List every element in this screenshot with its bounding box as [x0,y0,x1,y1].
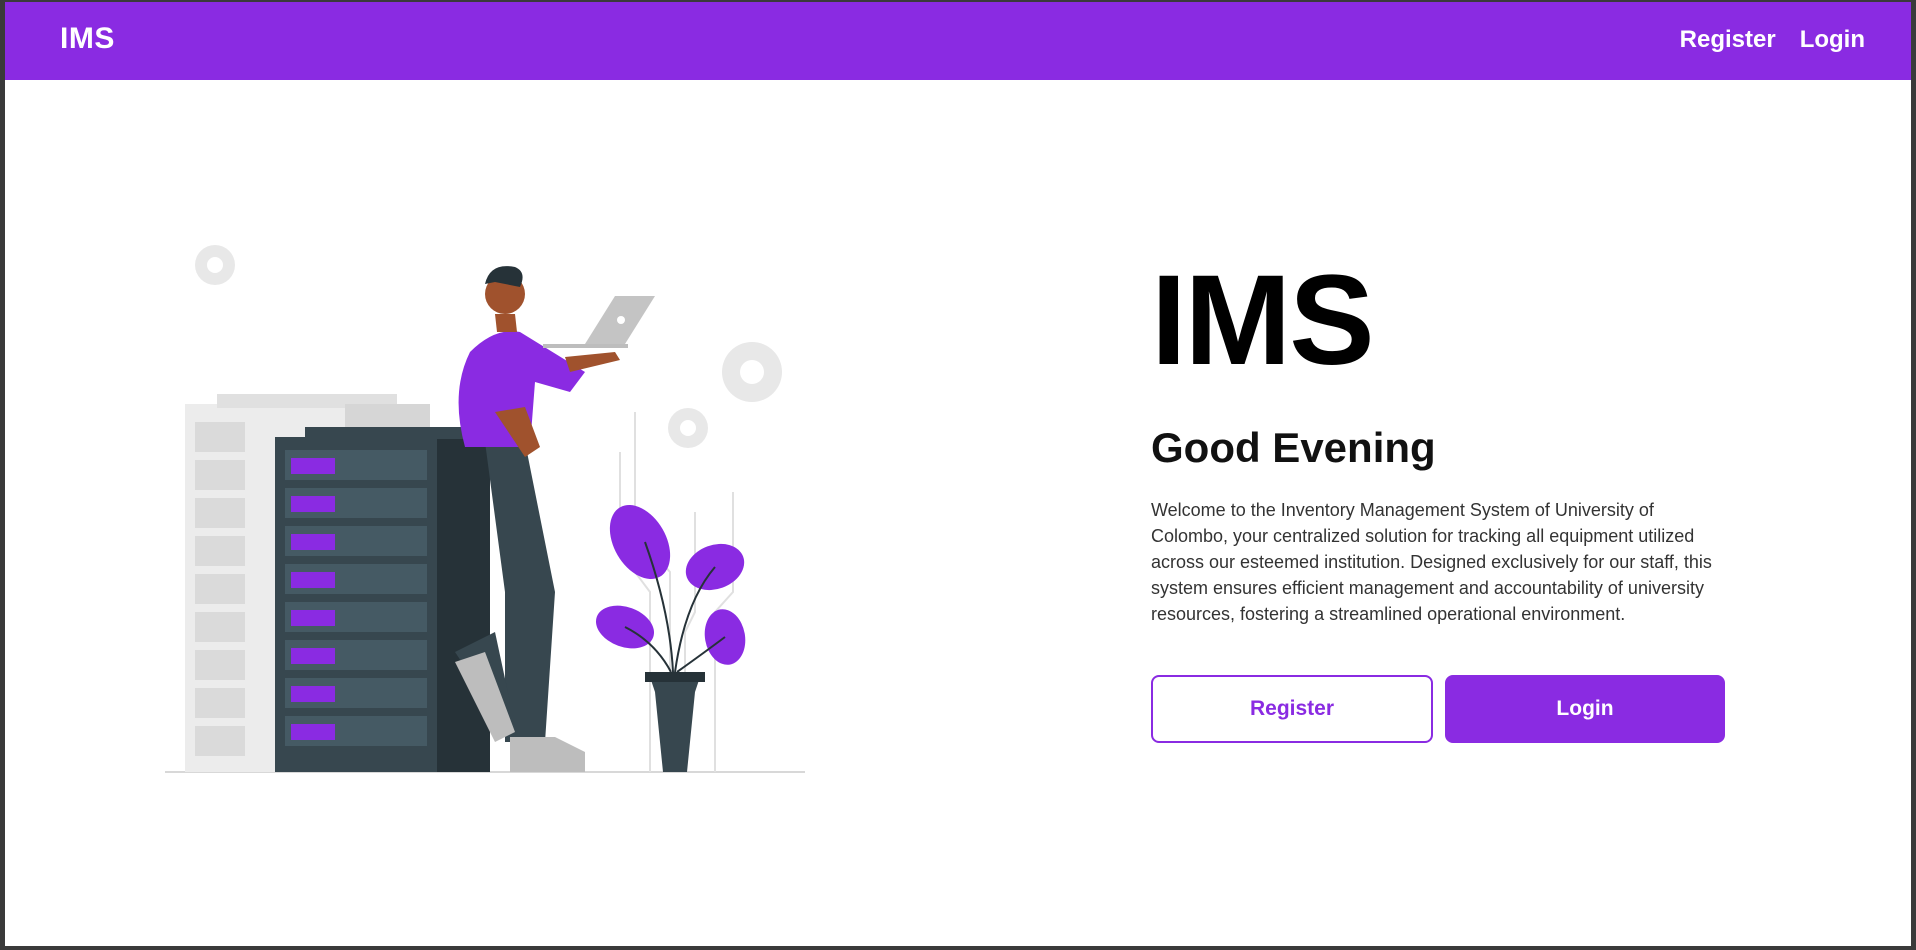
login-button[interactable]: Login [1445,675,1725,743]
register-button[interactable]: Register [1151,675,1433,743]
gear-icon [195,245,235,285]
hero-greeting: Good Evening [1151,424,1436,471]
server-room-illustration [165,245,805,773]
nav-register-link[interactable]: Register [1680,26,1776,54]
brand-logo[interactable]: IMS [60,22,115,56]
hero-section: IMS Good Evening Welcome to the Inventor… [1151,249,1751,743]
nav-links: Register Login [1680,26,1865,54]
hero-description: Welcome to the Inventory Management Syst… [1151,500,1712,624]
navbar: IMS Register Login [5,2,1911,80]
hero-title: IMS [1151,249,1375,392]
app-window: IMS Register Login IMS Good Evening Welc… [5,2,1911,946]
hero-actions: Register Login [1151,675,1725,743]
nav-login-link[interactable]: Login [1800,26,1865,54]
gear-icon [722,342,782,402]
gear-icon [668,408,708,448]
